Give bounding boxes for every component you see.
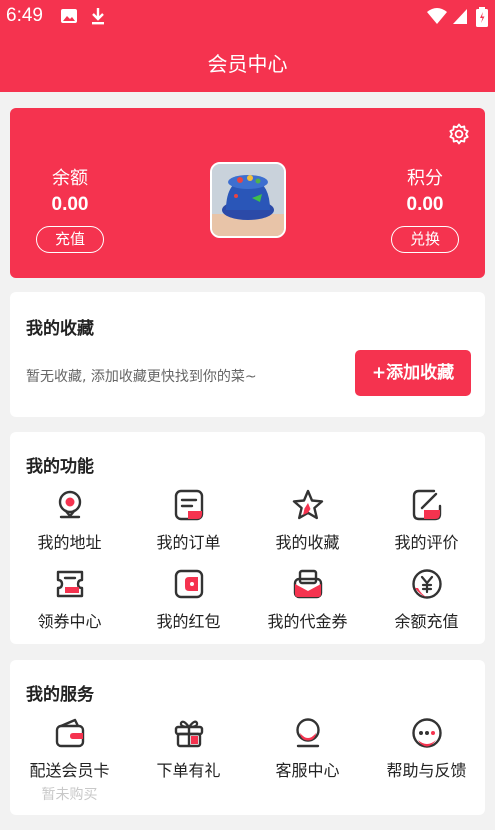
service-label: 下单有礼	[156, 761, 221, 780]
status-bar: 6:49	[0, 0, 495, 34]
favorites-card: 我的收藏 暂无收藏, 添加收藏更快找到你的菜~ +添加收藏	[10, 292, 485, 417]
settings-icon[interactable]	[447, 122, 471, 146]
function-label: 我的地址	[37, 533, 102, 552]
function-item-address[interactable]: 我的地址	[10, 488, 129, 553]
gift-icon	[174, 720, 203, 748]
service-label: 帮助与反馈	[386, 761, 467, 780]
service-label: 配送会员卡	[29, 761, 110, 780]
service-item-customer-service[interactable]: 客服中心	[248, 716, 367, 781]
function-label: 我的订单	[156, 533, 221, 552]
member-card: 余额 0.00 充值 积分 0.00 兑换	[10, 108, 485, 278]
service-item-delivery-card[interactable]: 配送会员卡 暂未购买	[10, 716, 129, 804]
function-item-voucher[interactable]: 我的代金券	[248, 567, 367, 632]
page-title: 会员中心	[207, 52, 288, 76]
function-item-orders[interactable]: 我的订单	[129, 488, 248, 553]
function-label: 我的评价	[394, 533, 459, 552]
avatar[interactable]	[210, 162, 286, 238]
add-favorite-button[interactable]: +添加收藏	[355, 350, 471, 396]
points-label: 积分	[407, 168, 443, 189]
exchange-button[interactable]: 兑换	[391, 226, 459, 253]
functions-title: 我的功能	[26, 457, 94, 477]
image-icon	[61, 9, 77, 23]
voucher-icon	[293, 569, 322, 599]
signal-icon	[453, 9, 467, 24]
function-label: 余额充值	[394, 612, 459, 631]
service-label: 客服中心	[275, 761, 340, 780]
battery-icon	[476, 7, 488, 27]
function-label: 我的代金券	[267, 612, 348, 631]
points-column: 积分 0.00 兑换	[365, 164, 485, 253]
recharge-button[interactable]: 充值	[36, 226, 104, 253]
functions-card: 我的功能 我的地址 我的订单 我的收藏 我的评价 领券中心 我的红包 我的代金券…	[10, 432, 485, 644]
download-icon	[92, 8, 104, 25]
customer-service-icon	[295, 718, 320, 748]
points-value: 0.00	[406, 194, 444, 215]
title-bar: 会员中心	[0, 34, 495, 92]
function-item-balance-recharge[interactable]: 余额充值	[367, 567, 486, 632]
card-icon	[55, 718, 84, 748]
chat-icon	[411, 718, 442, 748]
services-card: 我的服务 配送会员卡 暂未购买 下单有礼 客服中心 帮助与反馈	[10, 660, 485, 815]
wifi-icon	[427, 8, 447, 24]
review-icon	[412, 489, 441, 521]
order-icon	[174, 489, 203, 521]
favorites-empty-text: 暂无收藏, 添加收藏更快找到你的菜~	[26, 369, 257, 385]
function-item-reviews[interactable]: 我的评价	[367, 488, 486, 553]
service-item-help-feedback[interactable]: 帮助与反馈	[367, 716, 486, 781]
balance-label: 余额	[52, 168, 88, 189]
balance-value: 0.00	[51, 194, 89, 215]
red-packet-icon	[174, 569, 203, 599]
favorites-title: 我的收藏	[26, 319, 94, 339]
function-item-red-packet[interactable]: 我的红包	[129, 567, 248, 632]
function-label: 领券中心	[37, 612, 102, 631]
yen-icon	[411, 569, 442, 599]
function-label: 我的红包	[156, 612, 221, 631]
balance-column: 余额 0.00 充值	[10, 164, 130, 253]
service-item-order-gift[interactable]: 下单有礼	[129, 716, 248, 781]
status-time: 6:49	[6, 5, 43, 26]
services-title: 我的服务	[26, 685, 94, 705]
function-label: 我的收藏	[275, 533, 340, 552]
coupon-icon	[56, 570, 83, 598]
location-icon	[58, 490, 81, 519]
star-icon	[292, 489, 323, 520]
function-item-favorites[interactable]: 我的收藏	[248, 488, 367, 553]
service-sublabel: 暂未购买	[41, 787, 98, 803]
function-item-coupon-center[interactable]: 领券中心	[10, 567, 129, 632]
